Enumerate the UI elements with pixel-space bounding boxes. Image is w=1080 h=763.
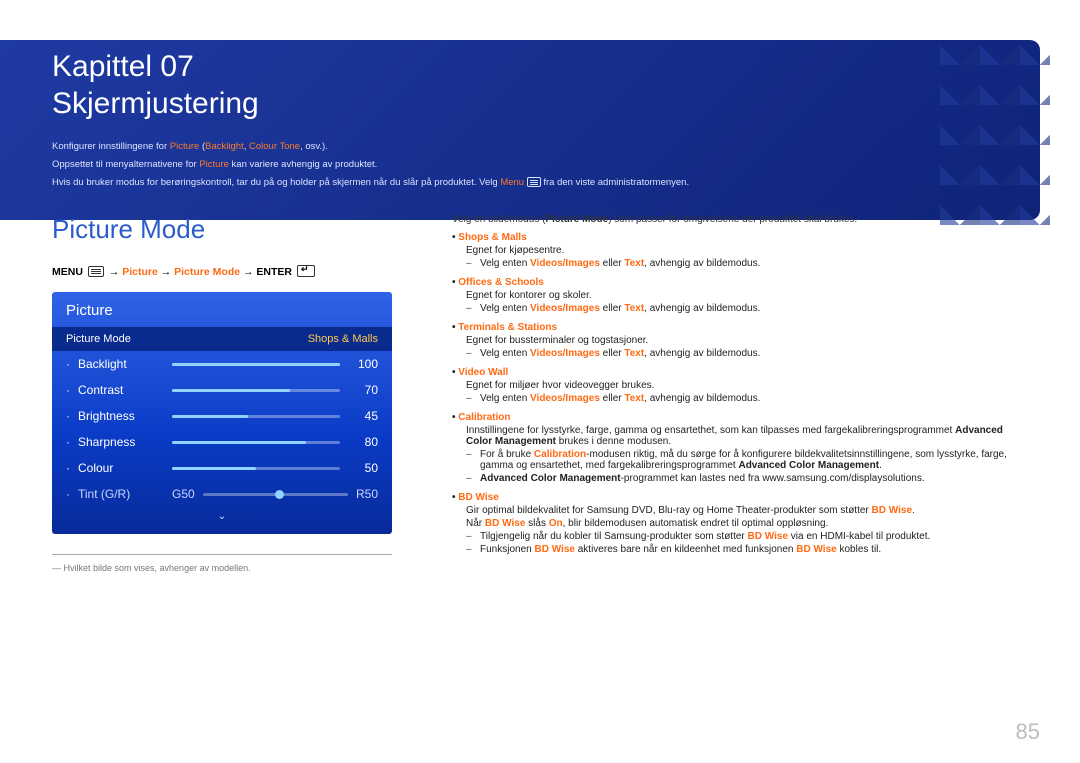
left-column: Picture Mode MENU → Picture → Picture Mo… <box>52 214 392 573</box>
osd-panel: Picture Picture Mode Shops & Malls ·Back… <box>52 292 392 534</box>
chevron-down-icon[interactable]: ⌄ <box>52 507 392 526</box>
osd-sel-label: Picture Mode <box>66 333 131 345</box>
right-column: Velg en bildemodus (Picture Mode) som pa… <box>452 214 1028 573</box>
osd-slider-row[interactable]: ·Colour50 <box>52 455 392 481</box>
osd-tint-row[interactable]: · Tint (G/R) G50 R50 <box>52 481 392 507</box>
section-heading: Picture Mode <box>52 214 392 245</box>
mode-item: Offices & SchoolsEgnet for kontorer og s… <box>452 277 1028 314</box>
osd-selected-row[interactable]: Picture Mode Shops & Malls <box>52 327 392 351</box>
lead-text: Velg en bildemodus (Picture Mode) som pa… <box>452 214 1028 225</box>
osd-slider-row[interactable]: ·Sharpness80 <box>52 429 392 455</box>
osd-slider-row[interactable]: ·Contrast70 <box>52 377 392 403</box>
footnote: ― Hvilket bilde som vises, avhenger av m… <box>52 563 392 573</box>
intro1-k2: Backlight <box>205 141 244 152</box>
mode-calibration: Calibration Innstillingene for lysstyrke… <box>452 412 1028 484</box>
page-title: Skjermjustering <box>52 87 1028 120</box>
menu-icon <box>88 266 104 277</box>
intro1-k1: Picture <box>170 141 200 152</box>
enter-icon <box>297 265 315 277</box>
intro1-k3: Colour Tone <box>249 141 300 152</box>
mode-item: Terminals & StationsEgnet for busstermin… <box>452 322 1028 359</box>
intro-block: Konfigurer innstillingene for Picture (B… <box>52 138 1028 192</box>
intro1-pre: Konfigurer innstillingene for <box>52 141 170 152</box>
page-content: Kapittel 07 Skjermjustering Konfigurer i… <box>52 50 1028 738</box>
mode-item: Shops & MallsEgnet for kjøpesentre.Velg … <box>452 232 1028 269</box>
osd-slider-row[interactable]: ·Brightness45 <box>52 403 392 429</box>
osd-sel-value: Shops & Malls <box>308 333 378 345</box>
osd-slider-row[interactable]: ·Backlight100 <box>52 351 392 377</box>
page-number: 85 <box>1016 719 1040 745</box>
menu-path: MENU → Picture → Picture Mode → ENTER <box>52 263 392 278</box>
mode-bdwise: BD Wise Gir optimal bildekvalitet for Sa… <box>452 492 1028 555</box>
menu-icon <box>527 177 541 187</box>
chapter-label: Kapittel 07 <box>52 50 1028 83</box>
mode-item: Video WallEgnet for miljøer hvor videove… <box>452 367 1028 404</box>
osd-title: Picture <box>52 292 392 327</box>
